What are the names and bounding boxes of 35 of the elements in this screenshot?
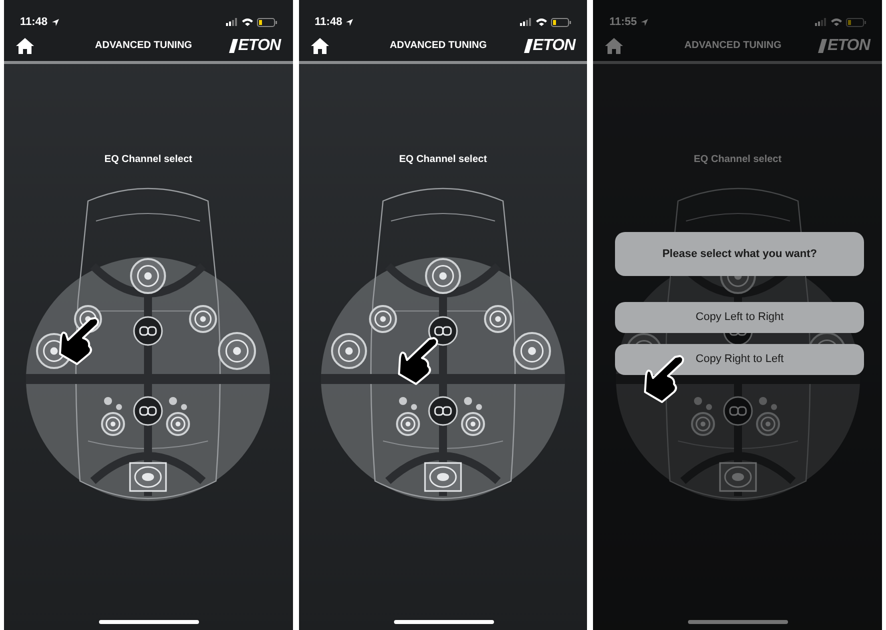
screen-title: ADVANCED TUNING xyxy=(95,39,192,53)
logo-mark-icon xyxy=(818,38,828,52)
home-icon[interactable] xyxy=(16,38,34,54)
wifi-icon xyxy=(831,18,842,26)
dialog-option-button[interactable]: Copy Left to Right xyxy=(615,302,864,333)
screen-title: ADVANCED TUNING xyxy=(684,39,782,53)
pointing-hand-icon xyxy=(57,316,101,366)
dialog-title: Please select what you want? xyxy=(615,232,864,276)
dialog-option-button[interactable]: Copy Right to Left xyxy=(615,344,864,375)
wifi-icon xyxy=(536,18,548,26)
wifi-icon xyxy=(242,18,253,26)
status-time: 11:48 xyxy=(314,14,342,30)
brand-logo: ETON xyxy=(532,36,576,56)
signal-icon xyxy=(815,18,828,26)
location-arrow-icon xyxy=(346,18,354,26)
logo-mark-icon xyxy=(229,38,238,52)
status-time: 11:55 xyxy=(609,14,637,30)
signal-icon xyxy=(226,18,238,26)
screen-title: ADVANCED TUNING xyxy=(390,39,487,53)
section-heading: EQ Channel select xyxy=(399,153,487,167)
battery-icon xyxy=(846,18,866,26)
pointing-hand-icon xyxy=(396,336,440,386)
battery-icon xyxy=(256,18,277,26)
section-heading: EQ Channel select xyxy=(104,153,192,167)
location-arrow-icon xyxy=(640,18,648,26)
signal-icon xyxy=(520,18,532,26)
location-arrow-icon xyxy=(52,18,59,26)
status-time: 11:48 xyxy=(20,14,48,30)
battery-icon xyxy=(551,18,572,26)
home-icon[interactable] xyxy=(310,38,329,54)
logo-mark-icon xyxy=(524,38,533,52)
brand-logo: ETON xyxy=(827,36,870,56)
brand-logo: ETON xyxy=(238,36,281,56)
pointing-hand-icon xyxy=(642,354,686,404)
section-heading: EQ Channel select xyxy=(694,153,782,167)
